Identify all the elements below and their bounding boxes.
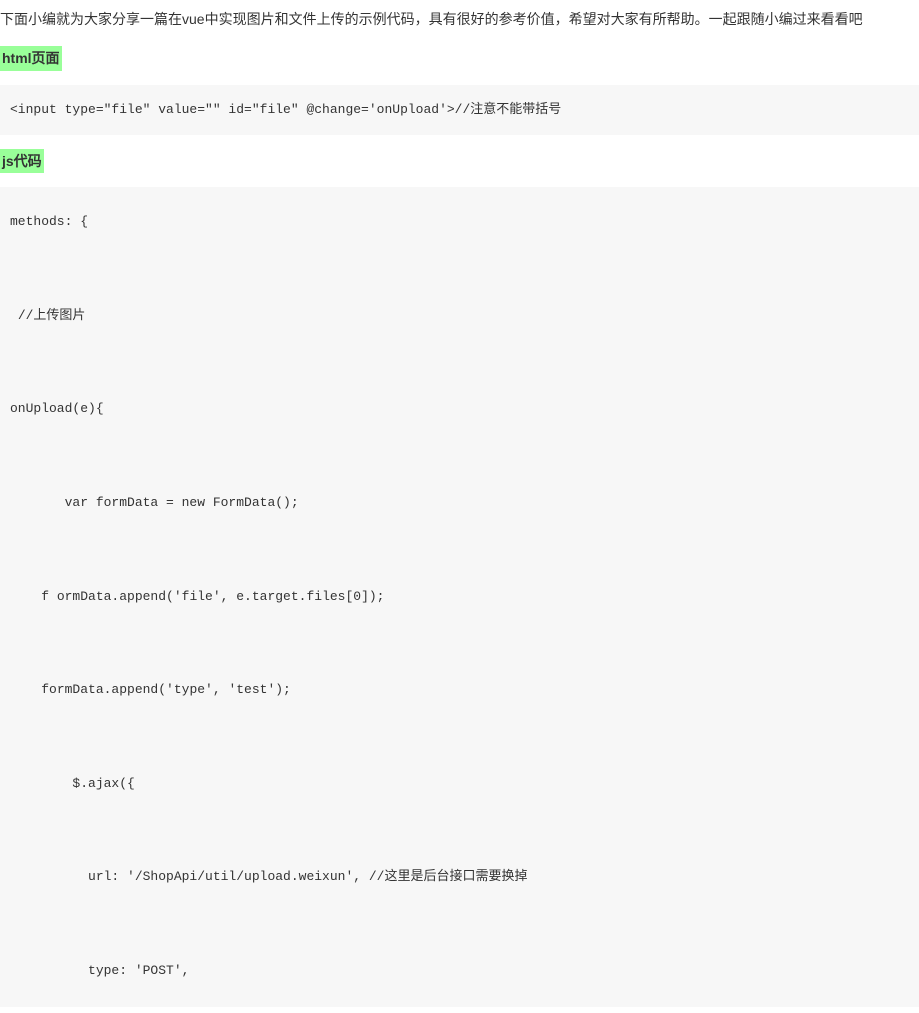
heading-html-page: html页面 — [0, 46, 62, 70]
intro-text: 下面小编就为大家分享一篇在vue中实现图片和文件上传的示例代码，具有很好的参考价… — [0, 0, 919, 38]
code-block-js: methods: { //上传图片 onUpload(e){ var formD… — [0, 187, 919, 1007]
heading-js-code: js代码 — [0, 149, 44, 173]
code-block-html: <input type="file" value="" id="file" @c… — [0, 85, 919, 135]
